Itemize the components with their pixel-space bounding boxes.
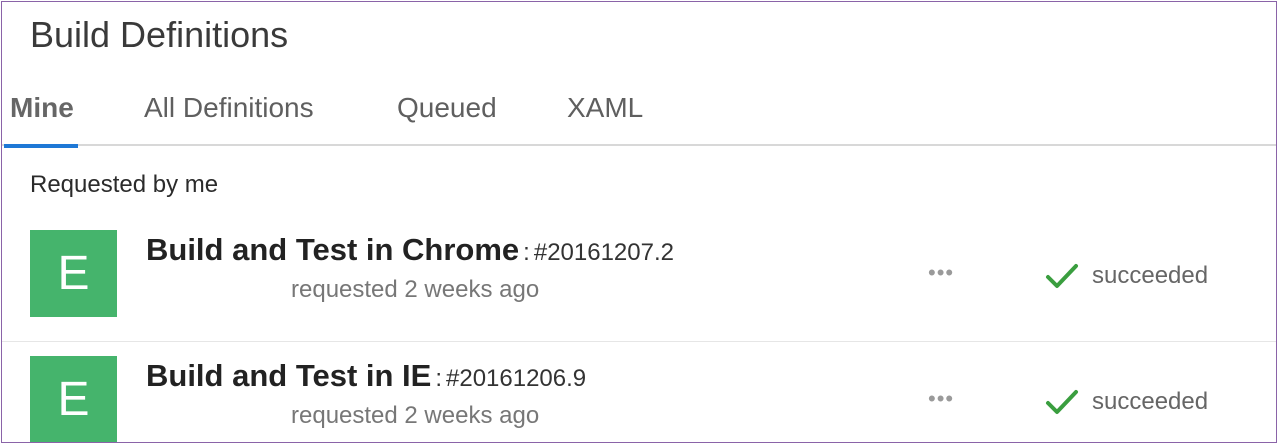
tab-xaml[interactable]: XAML	[567, 92, 643, 144]
requested-time: requested 2 weeks ago	[291, 276, 540, 303]
title-separator: :	[523, 239, 530, 266]
build-title-line: Build and Test in IE: #20161206.9	[146, 358, 586, 394]
build-row[interactable]: E Build and Test in Chrome: #20161207.2 r…	[2, 226, 1276, 336]
build-status: succeeded	[1092, 388, 1209, 415]
build-title-line: Build and Test in Chrome: #20161207.2	[146, 232, 674, 268]
row-divider	[2, 341, 1276, 342]
definition-avatar: E	[30, 356, 117, 442]
tab-bar: Mine All Definitions Queued XAML	[2, 88, 1276, 148]
section-heading: Requested by me	[30, 171, 219, 198]
build-number-link[interactable]: #20161206.9	[446, 365, 586, 392]
title-separator: :	[435, 365, 442, 392]
definition-name-link[interactable]: Build and Test in Chrome	[146, 232, 519, 267]
build-definitions-panel: Build Definitions Mine All Definitions Q…	[1, 1, 1277, 443]
tab-all-definitions[interactable]: All Definitions	[144, 92, 314, 144]
requested-time: requested 2 weeks ago	[291, 402, 540, 429]
checkmark-icon	[1046, 264, 1078, 288]
build-number-link[interactable]: #20161207.2	[534, 239, 674, 266]
page-title: Build Definitions	[30, 14, 289, 55]
definition-avatar: E	[30, 230, 117, 317]
more-actions-button[interactable]: •••	[928, 260, 954, 286]
checkmark-icon	[1046, 390, 1078, 414]
tab-queued[interactable]: Queued	[397, 92, 497, 144]
tab-mine[interactable]: Mine	[4, 92, 78, 148]
more-actions-button[interactable]: •••	[928, 386, 954, 412]
definition-name-link[interactable]: Build and Test in IE	[146, 358, 431, 393]
build-row[interactable]: E Build and Test in IE: #20161206.9 reque…	[2, 352, 1276, 442]
build-status: succeeded	[1092, 262, 1209, 289]
